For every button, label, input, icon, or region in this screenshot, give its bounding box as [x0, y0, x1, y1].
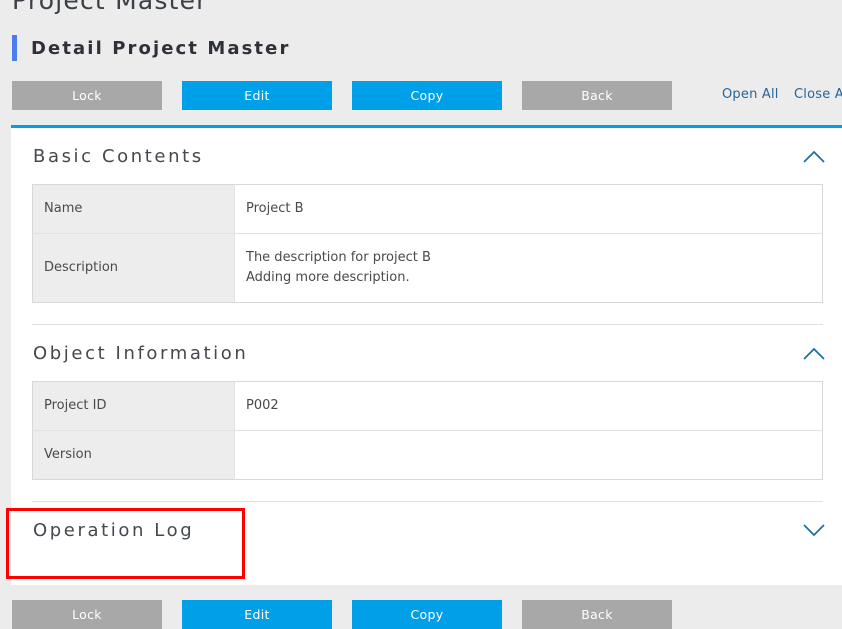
accent-bar-icon: [12, 35, 17, 61]
page-root: Project Master Detail Project Master Loc…: [0, 0, 842, 629]
back-button[interactable]: Back: [522, 81, 672, 110]
section-basic-contents: Basic Contents Name Project B Descriptio…: [11, 128, 842, 325]
section-body-object-information: Project ID P002 Version: [11, 381, 842, 482]
section-header-basic-contents[interactable]: Basic Contents: [11, 128, 842, 184]
row-value-line: The description for project B: [246, 250, 431, 265]
edit-button-bottom[interactable]: Edit: [182, 600, 332, 629]
detail-header: Detail Project Master: [12, 33, 290, 63]
section-header-operation-log[interactable]: Operation Log: [11, 502, 842, 558]
detail-table-basic-contents: Name Project B Description The descripti…: [32, 184, 823, 303]
edit-button[interactable]: Edit: [182, 81, 332, 110]
row-value: [234, 430, 823, 480]
row-label: Version: [32, 430, 235, 480]
chevron-down-icon[interactable]: [803, 519, 825, 541]
row-value: Project B: [234, 184, 823, 234]
lock-button[interactable]: Lock: [12, 81, 162, 110]
row-value-line: P002: [246, 398, 279, 413]
table-row: Project ID P002: [32, 381, 823, 431]
section-body-basic-contents: Name Project B Description The descripti…: [11, 184, 842, 305]
detail-page-title: Detail Project Master: [31, 37, 291, 59]
table-row: Name Project B: [32, 184, 823, 234]
copy-button[interactable]: Copy: [352, 81, 502, 110]
back-button-bottom[interactable]: Back: [522, 600, 672, 629]
section-title: Object Information: [33, 342, 249, 364]
content-panel: Basic Contents Name Project B Descriptio…: [11, 125, 842, 585]
top-toolbar: Lock Edit Copy Back Open All Close All: [0, 81, 842, 115]
detail-table-object-information: Project ID P002 Version: [32, 381, 823, 480]
row-value-line: Adding more description.: [246, 270, 410, 285]
section-operation-log: Operation Log: [11, 502, 842, 558]
lock-button-bottom[interactable]: Lock: [12, 600, 162, 629]
section-title: Basic Contents: [33, 145, 204, 167]
bottom-toolbar: Lock Edit Copy Back: [0, 600, 842, 629]
row-label: Project ID: [32, 381, 235, 431]
page-title: Project Master: [12, 0, 208, 15]
row-value-line: Project B: [246, 201, 304, 216]
row-label: Name: [32, 184, 235, 234]
section-title: Operation Log: [33, 519, 195, 541]
row-value: P002: [234, 381, 823, 431]
section-object-information: Object Information Project ID P002 Versi…: [11, 325, 842, 502]
chevron-up-icon[interactable]: [803, 145, 825, 167]
row-value: The description for project B Adding mor…: [234, 233, 823, 303]
close-all-link[interactable]: Close All: [794, 87, 842, 102]
chevron-up-icon[interactable]: [803, 342, 825, 364]
open-all-link[interactable]: Open All: [722, 87, 779, 102]
section-header-object-information[interactable]: Object Information: [11, 325, 842, 381]
copy-button-bottom[interactable]: Copy: [352, 600, 502, 629]
table-row: Description The description for project …: [32, 233, 823, 303]
table-row: Version: [32, 430, 823, 480]
row-label: Description: [32, 233, 235, 303]
